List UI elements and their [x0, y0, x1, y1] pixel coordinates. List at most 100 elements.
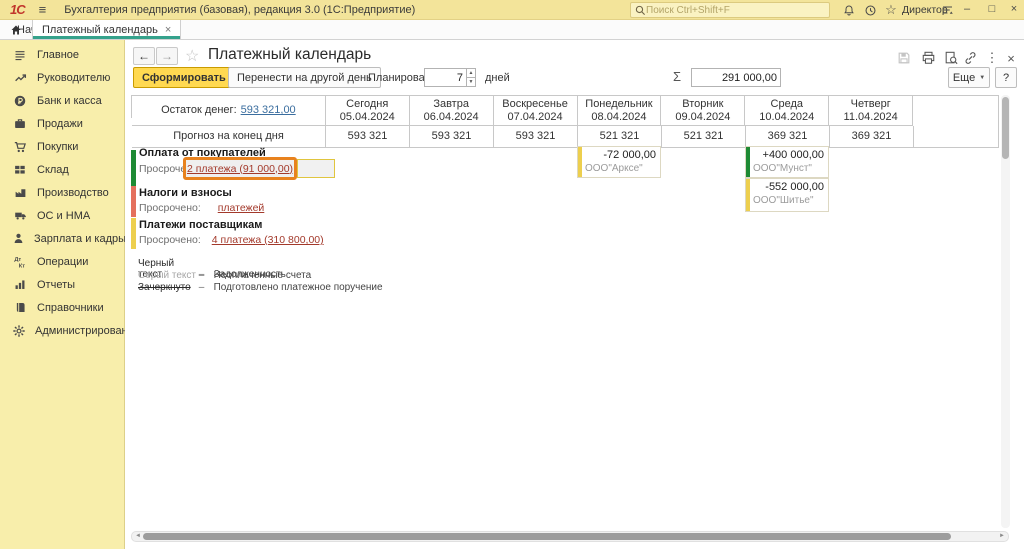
forecast-label-cell: Прогноз на конец дня: [132, 126, 326, 148]
cell-status-bar-yellow: [746, 179, 750, 211]
window-title: Бухгалтерия предприятия (базовая), редак…: [64, 4, 415, 16]
sidebar-item-administration[interactable]: Администрирование: [0, 319, 124, 342]
maximize-button[interactable]: □: [983, 1, 1001, 18]
section-title-taxes: Налоги и взносы: [139, 187, 232, 199]
payment-cell-wednesday-expense[interactable]: -552 000,00 ООО"Шитье": [745, 178, 829, 212]
overdue-label: Просрочено: 4 платежа (310 800,00): [139, 234, 324, 246]
sum-sigma-icon: Σ: [673, 69, 681, 84]
cell-organization: ООО"Мунст": [753, 163, 812, 174]
close-window-button[interactable]: ×: [1005, 1, 1023, 18]
spin-up-icon[interactable]: ▲: [467, 69, 475, 78]
balance-value-link[interactable]: 593 321,00: [241, 104, 296, 117]
get-link-icon[interactable]: [961, 50, 979, 66]
trend-chart-icon: [12, 70, 28, 86]
search-icon: [635, 5, 646, 16]
sum-field[interactable]: [691, 68, 781, 87]
bar-chart-icon: [12, 277, 28, 293]
plan-days-field[interactable]: ▲ ▼: [424, 68, 476, 87]
plan-days-stepper[interactable]: ▲ ▼: [466, 69, 475, 86]
service-settings-icon[interactable]: [938, 2, 956, 18]
balance-header-cell: Остаток денег: 593 321,00: [132, 96, 326, 126]
debit-credit-icon: ДтКт: [12, 254, 28, 270]
forecast-cell: 521 321: [662, 126, 746, 148]
section-bar-taxes: [131, 186, 136, 217]
move-to-another-day-button[interactable]: Перенести на другой день: [228, 67, 381, 88]
close-form-icon[interactable]: ×: [1002, 50, 1020, 66]
cell-amount: +400 000,00: [763, 149, 824, 161]
generate-button[interactable]: Сформировать: [133, 67, 235, 88]
legend-row-gray: Серый текст – Неоплаченные счета: [138, 270, 311, 281]
print-icon[interactable]: [919, 50, 937, 66]
header-filler-cell: [913, 96, 999, 148]
favorite-star-icon[interactable]: ☆: [185, 46, 199, 66]
global-search[interactable]: [630, 2, 830, 18]
sidebar-item-main[interactable]: Главное: [0, 43, 124, 66]
sidebar-item-sales[interactable]: Продажи: [0, 112, 124, 135]
minimize-button[interactable]: –: [958, 1, 976, 18]
payment-cell-wednesday-income[interactable]: +400 000,00 ООО"Мунст": [745, 146, 829, 178]
plan-days-input[interactable]: [425, 69, 466, 86]
tab-close-icon[interactable]: ×: [165, 24, 171, 36]
horizontal-scroll-thumb[interactable]: [143, 533, 951, 540]
vertical-scroll-thumb[interactable]: [1002, 97, 1009, 159]
column-header-sunday: Воскресенье07.04.2024: [494, 96, 578, 126]
overdue-taxes-link[interactable]: платежей: [218, 202, 265, 214]
person-icon: [12, 231, 25, 247]
save-icon[interactable]: [895, 50, 913, 66]
forecast-cell: 369 321: [830, 126, 914, 148]
sidebar-item-production[interactable]: Производство: [0, 181, 124, 204]
sidebar-item-fixed-assets[interactable]: ОС и НМА: [0, 204, 124, 227]
history-icon[interactable]: [861, 2, 879, 18]
help-button[interactable]: ?: [995, 67, 1017, 88]
overdue-suppliers-link[interactable]: 4 платежа (310 800,00): [212, 234, 324, 246]
notifications-bell-icon[interactable]: [840, 2, 858, 18]
sidebar-item-manager[interactable]: Руководителю: [0, 66, 124, 89]
sidebar-item-salary-hr[interactable]: Зарплата и кадры: [0, 227, 124, 250]
column-header-today: Сегодня05.04.2024: [326, 96, 410, 126]
favorites-star-icon[interactable]: ☆: [882, 2, 900, 18]
sidebar-item-purchases[interactable]: Покупки: [0, 135, 124, 158]
overdue-customers-link[interactable]: 2 платежа (91 000,00): [187, 163, 293, 175]
cell-amount: -72 000,00: [603, 149, 656, 161]
print-preview-icon[interactable]: [942, 50, 960, 66]
page-title: Платежный календарь: [208, 46, 371, 64]
more-button[interactable]: Еще ▼: [948, 67, 990, 88]
cell-organization: ООО"Шитье": [753, 195, 814, 206]
scroll-left-arrow[interactable]: ◄: [133, 532, 143, 541]
more-actions-icon[interactable]: ⋮: [983, 50, 1001, 66]
payment-cell-monday[interactable]: -72 000,00 ООО"Арксе": [577, 146, 661, 178]
tab-home[interactable]: Начальная страница: [0, 20, 32, 39]
sidebar-item-reports[interactable]: Отчеты: [0, 273, 124, 296]
horizontal-scrollbar[interactable]: ◄ ►: [131, 531, 1009, 542]
tab-bar: Начальная страница Платежный календарь ×: [0, 20, 1024, 40]
sidebar-item-operations[interactable]: ДтКт Операции: [0, 250, 124, 273]
tab-payment-calendar[interactable]: Платежный календарь ×: [32, 20, 181, 39]
overdue-label: Просрочено: платежей: [139, 202, 264, 214]
forecast-cell: 369 321: [746, 126, 830, 148]
column-header-tuesday: Вторник09.04.2024: [661, 96, 745, 126]
sum-input[interactable]: [692, 69, 780, 86]
spin-down-icon[interactable]: ▼: [467, 78, 475, 86]
shopping-cart-icon: [12, 139, 28, 155]
sidebar-item-warehouse[interactable]: Склад: [0, 158, 124, 181]
plan-units-label: дней: [485, 72, 510, 84]
back-button[interactable]: ←: [133, 47, 155, 65]
sidebar-item-bank-cash[interactable]: Банк и касса: [0, 89, 124, 112]
application-window: 1С ≡ Бухгалтерия предприятия (базовая), …: [0, 0, 1024, 549]
scroll-right-arrow[interactable]: ►: [997, 532, 1007, 541]
main-menu-icon[interactable]: ≡: [39, 2, 47, 17]
column-header-wednesday: Среда10.04.2024: [745, 96, 829, 126]
sidebar-item-references[interactable]: Справочники: [0, 296, 124, 319]
forecast-cell: 593 321: [494, 126, 578, 148]
pallet-grid-icon: [12, 162, 28, 178]
vertical-scrollbar[interactable]: [1001, 95, 1010, 528]
current-cell-outline[interactable]: [297, 159, 335, 178]
forward-button[interactable]: →: [156, 47, 178, 65]
main-section-icon: [12, 47, 28, 63]
column-header-monday: Понедельник08.04.2024: [578, 96, 662, 126]
balance-label: Остаток денег:: [161, 104, 237, 117]
selected-cell-highlight: 2 платежа (91 000,00): [183, 157, 297, 180]
book-icon: [12, 300, 28, 316]
search-input[interactable]: [646, 5, 816, 16]
section-bar-suppliers: [131, 218, 136, 249]
